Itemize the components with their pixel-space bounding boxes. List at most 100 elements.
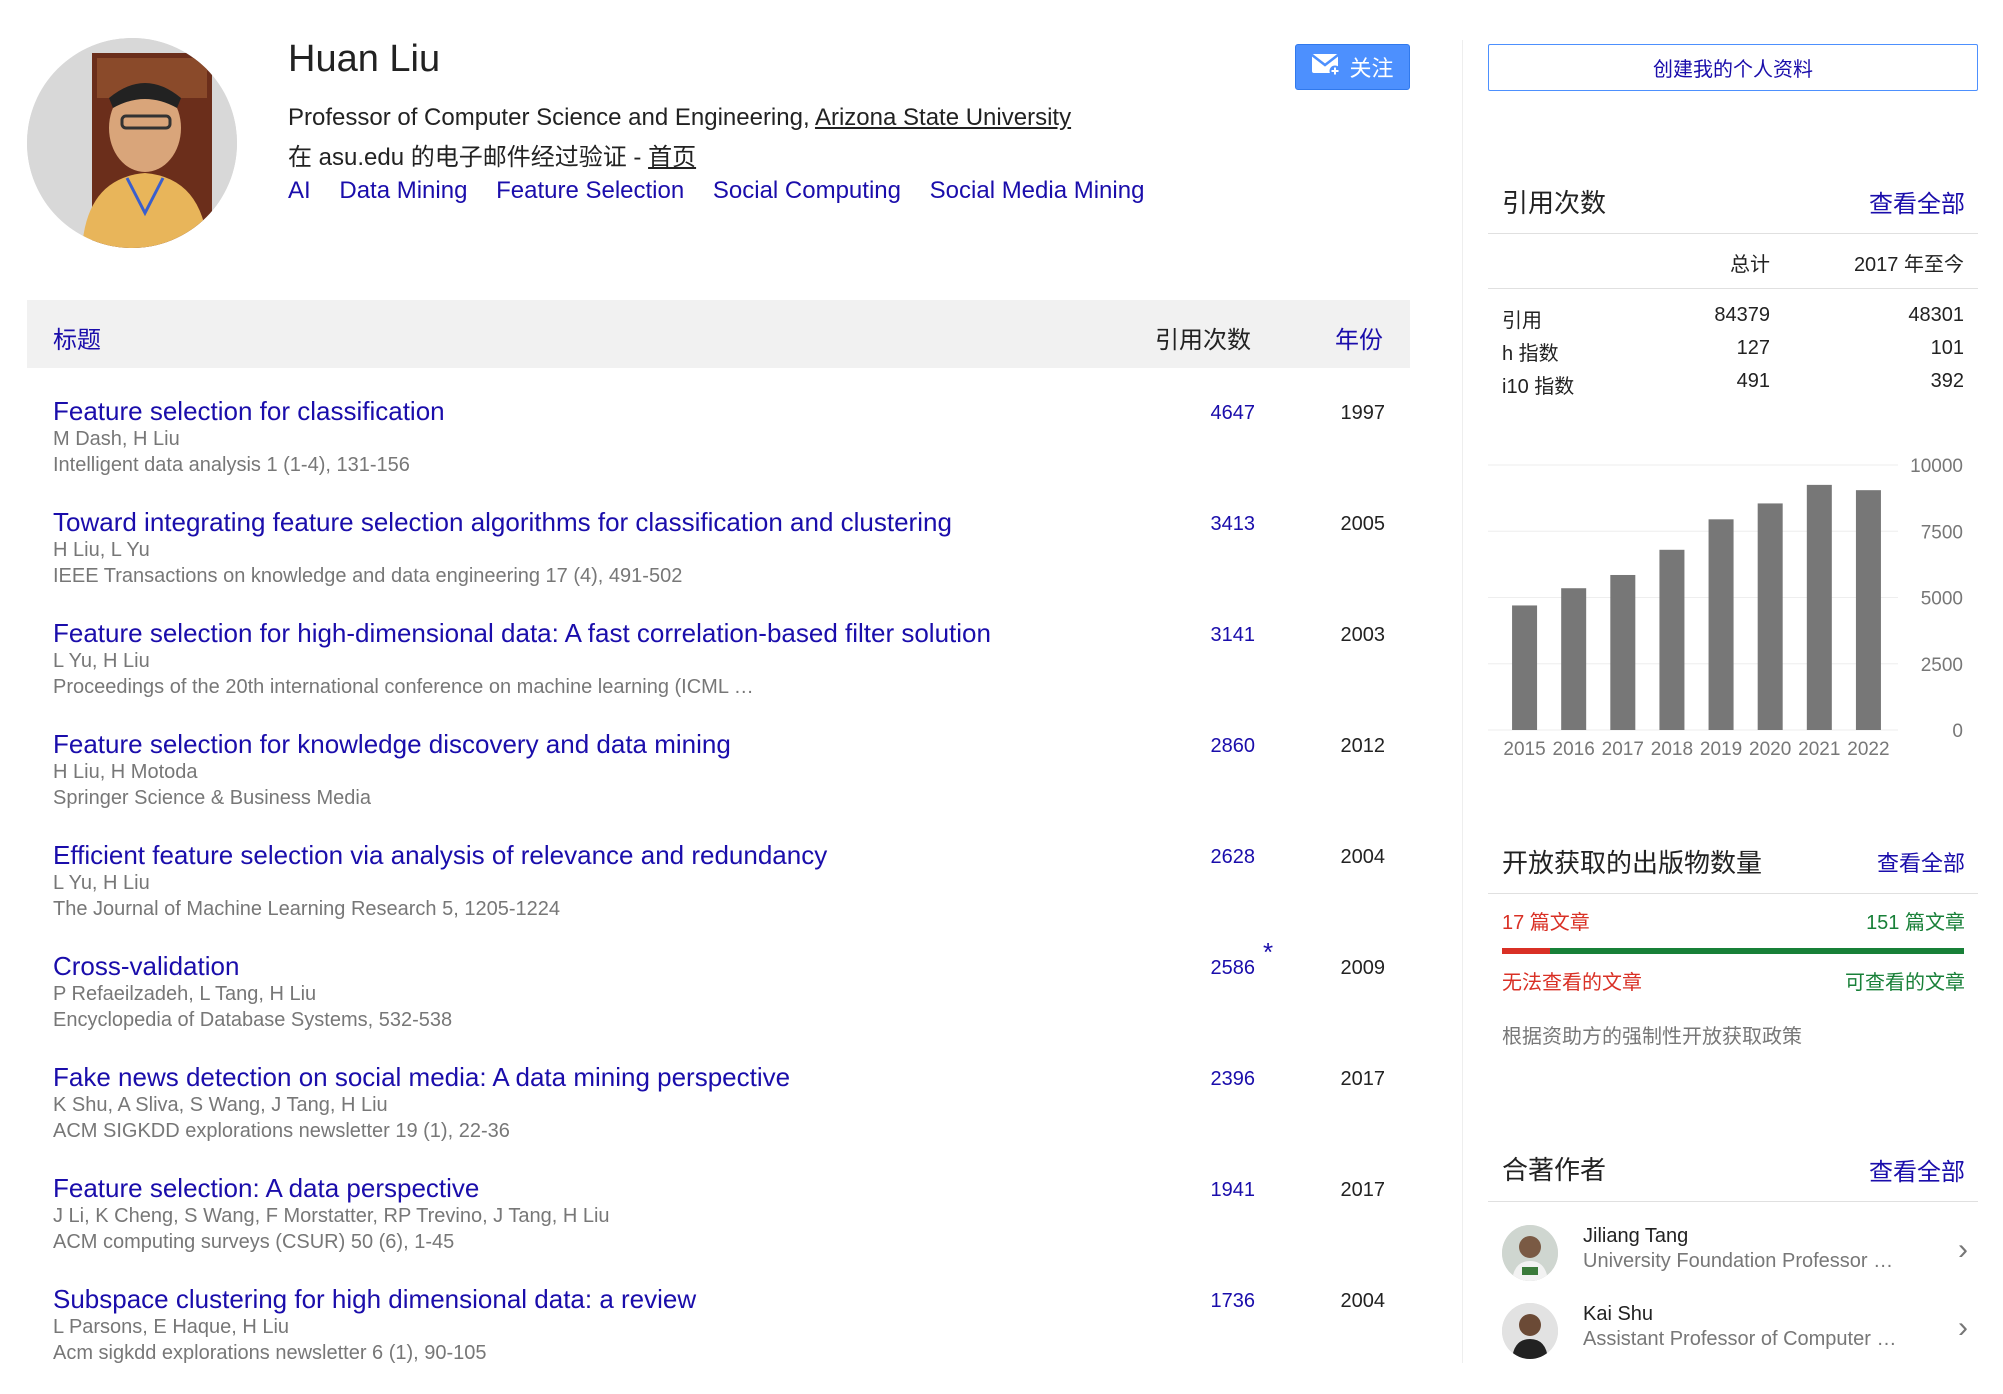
coauthor-item[interactable]: Jiliang Tang University Foundation Profe… xyxy=(1488,1225,1978,1297)
sort-by-title[interactable]: 标题 xyxy=(53,320,101,355)
available-count[interactable]: 151 篇文章 xyxy=(1866,906,1965,935)
divider xyxy=(1488,233,1978,234)
coauthors-view-all[interactable]: 查看全部 xyxy=(1869,1152,1965,1187)
sort-by-citations[interactable]: 引用次数 xyxy=(1155,320,1251,355)
y-tick-label: 10000 xyxy=(1910,456,1963,477)
stat-total: 84379 xyxy=(1714,304,1770,326)
citation-count[interactable]: 3141 xyxy=(1170,624,1256,647)
publication-row: Toward integrating feature selection alg… xyxy=(0,507,1420,617)
homepage-link[interactable]: 首页 xyxy=(648,144,696,171)
coauthor-affiliation: University Foundation Professor … xyxy=(1583,1250,1894,1272)
stat-total: 491 xyxy=(1736,370,1770,392)
publication-venue: ACM computing surveys (CSUR) 50 (6), 1-4… xyxy=(53,1231,455,1253)
citations-view-all[interactable]: 查看全部 xyxy=(1869,184,1965,219)
publication-authors: M Dash, H Liu xyxy=(53,428,180,450)
publication-row: Subspace clustering for high dimensional… xyxy=(0,1284,1420,1394)
sort-by-year[interactable]: 年份 xyxy=(1335,320,1383,355)
verified-email: 在 asu.edu 的电子邮件经过验证 - 首页 xyxy=(288,137,696,172)
publication-authors: K Shu, A Sliva, S Wang, J Tang, H Liu xyxy=(53,1094,388,1116)
publication-title[interactable]: Subspace clustering for high dimensional… xyxy=(53,1284,696,1315)
create-profile-button[interactable]: 创建我的个人资料 xyxy=(1488,44,1978,91)
col-since: 2017 年至今 xyxy=(1853,254,1964,276)
col-total: 总计 xyxy=(1730,254,1770,276)
publication-authors: J Li, K Cheng, S Wang, F Morstatter, RP … xyxy=(53,1205,610,1227)
interest-link[interactable]: Feature Selection xyxy=(496,177,684,204)
publication-title[interactable]: Cross-validation xyxy=(53,951,239,982)
publication-authors: L Yu, H Liu xyxy=(53,872,150,894)
x-tick-label: 2016 xyxy=(1553,739,1595,760)
chart-bar[interactable] xyxy=(1708,519,1734,730)
publication-row: Feature selection for high-dimensional d… xyxy=(0,618,1420,728)
stat-since: 48301 xyxy=(1908,304,1964,326)
citation-count[interactable]: 1941 xyxy=(1170,1179,1256,1202)
publication-year: 2017 xyxy=(1340,1068,1386,1090)
publication-title[interactable]: Fake news detection on social media: A d… xyxy=(53,1062,790,1093)
citation-count[interactable]: 2586 xyxy=(1170,957,1256,980)
profile-name: Huan Liu xyxy=(288,38,441,80)
publication-venue: Springer Science & Business Media xyxy=(53,787,371,809)
mandates-text: 根据资助方的强制性开放获取政策 xyxy=(1502,1026,1802,1048)
x-tick-label: 2019 xyxy=(1700,739,1742,760)
coauthor-item[interactable]: Kai Shu Assistant Professor of Computer … xyxy=(1488,1303,1978,1375)
citation-count[interactable]: 2396 xyxy=(1170,1068,1256,1091)
citation-count[interactable]: 2628 xyxy=(1170,846,1256,869)
publication-row: Feature selection: A data perspective J … xyxy=(0,1173,1420,1283)
publication-row: Fake news detection on social media: A d… xyxy=(0,1062,1420,1172)
chart-bar[interactable] xyxy=(1806,484,1832,730)
citation-count[interactable]: 1736 xyxy=(1170,1290,1256,1313)
stat-label: i10 指数 xyxy=(1502,376,1575,398)
publication-year: 1997 xyxy=(1340,402,1386,424)
chart-bar[interactable] xyxy=(1659,549,1685,730)
interest-link[interactable]: Data Mining xyxy=(339,177,467,204)
x-tick-label: 2022 xyxy=(1847,739,1889,760)
divider xyxy=(1488,288,1978,289)
x-tick-label: 2020 xyxy=(1749,739,1791,760)
publication-year: 2017 xyxy=(1340,1179,1386,1201)
open-access-view-all[interactable]: 查看全部 xyxy=(1877,846,1965,878)
publication-venue: ACM SIGKDD explorations newsletter 19 (1… xyxy=(53,1120,510,1142)
research-interests: AI Data Mining Feature Selection Social … xyxy=(288,177,1166,205)
follow-button[interactable]: 关注 xyxy=(1295,44,1410,90)
citation-count[interactable]: 4647 xyxy=(1170,402,1256,425)
unavailable-label[interactable]: 无法查看的文章 xyxy=(1502,966,1642,995)
publication-title[interactable]: Feature selection: A data perspective xyxy=(53,1173,479,1204)
stat-since: 392 xyxy=(1930,370,1964,392)
publication-title[interactable]: Toward integrating feature selection alg… xyxy=(53,507,952,538)
publication-authors: L Parsons, E Haque, H Liu xyxy=(53,1316,290,1338)
interest-link[interactable]: Social Computing xyxy=(713,177,901,204)
publication-row: Feature selection for knowledge discover… xyxy=(0,729,1420,839)
affiliation-text: Professor of Computer Science and Engine… xyxy=(288,104,815,131)
chart-bar[interactable] xyxy=(1561,588,1587,730)
publication-year: 2004 xyxy=(1340,846,1386,868)
citations-per-year-chart: 10000 7500 5000 2500 0 2015 2016 2017 2018 2019 20… xyxy=(1488,456,1963,760)
affiliation-link[interactable]: Arizona State University xyxy=(815,104,1071,131)
chart-bar[interactable] xyxy=(1610,574,1636,730)
chart-bar[interactable] xyxy=(1512,605,1538,730)
available-label[interactable]: 可查看的文章 xyxy=(1845,966,1965,995)
chart-bar[interactable] xyxy=(1855,490,1881,730)
interest-link[interactable]: Social Media Mining xyxy=(930,177,1145,204)
y-tick-label: 2500 xyxy=(1921,655,1963,676)
publication-authors: P Refaeilzadeh, L Tang, H Liu xyxy=(53,983,317,1005)
y-tick-label: 5000 xyxy=(1921,589,1963,610)
unavailable-count[interactable]: 17 篇文章 xyxy=(1502,906,1590,935)
chart-bar[interactable] xyxy=(1757,503,1783,730)
publication-authors: H Liu, H Motoda xyxy=(53,761,198,783)
profile-affiliation: Professor of Computer Science and Engine… xyxy=(288,104,1071,132)
interest-link[interactable]: AI xyxy=(288,177,311,204)
publication-year: 2009 xyxy=(1340,957,1386,979)
stat-total: 127 xyxy=(1736,337,1770,359)
publication-title[interactable]: Efficient feature selection via analysis… xyxy=(53,840,827,871)
stat-label: 引用 xyxy=(1502,310,1542,332)
publication-venue: Intelligent data analysis 1 (1-4), 131-1… xyxy=(53,454,410,476)
chevron-right-icon: › xyxy=(1958,1233,1968,1266)
publication-title[interactable]: Feature selection for knowledge discover… xyxy=(53,729,731,760)
publication-title[interactable]: Feature selection for classification xyxy=(53,396,445,427)
coauthors-title: 合著作者 xyxy=(1502,1155,1607,1185)
publication-title[interactable]: Feature selection for high-dimensional d… xyxy=(53,618,991,649)
citation-count[interactable]: 2860 xyxy=(1170,735,1256,758)
citations-title: 引用次数 xyxy=(1502,188,1607,218)
stat-since: 101 xyxy=(1930,337,1964,359)
citation-count[interactable]: 3413 xyxy=(1170,513,1256,536)
mail-plus-icon xyxy=(1311,52,1341,82)
